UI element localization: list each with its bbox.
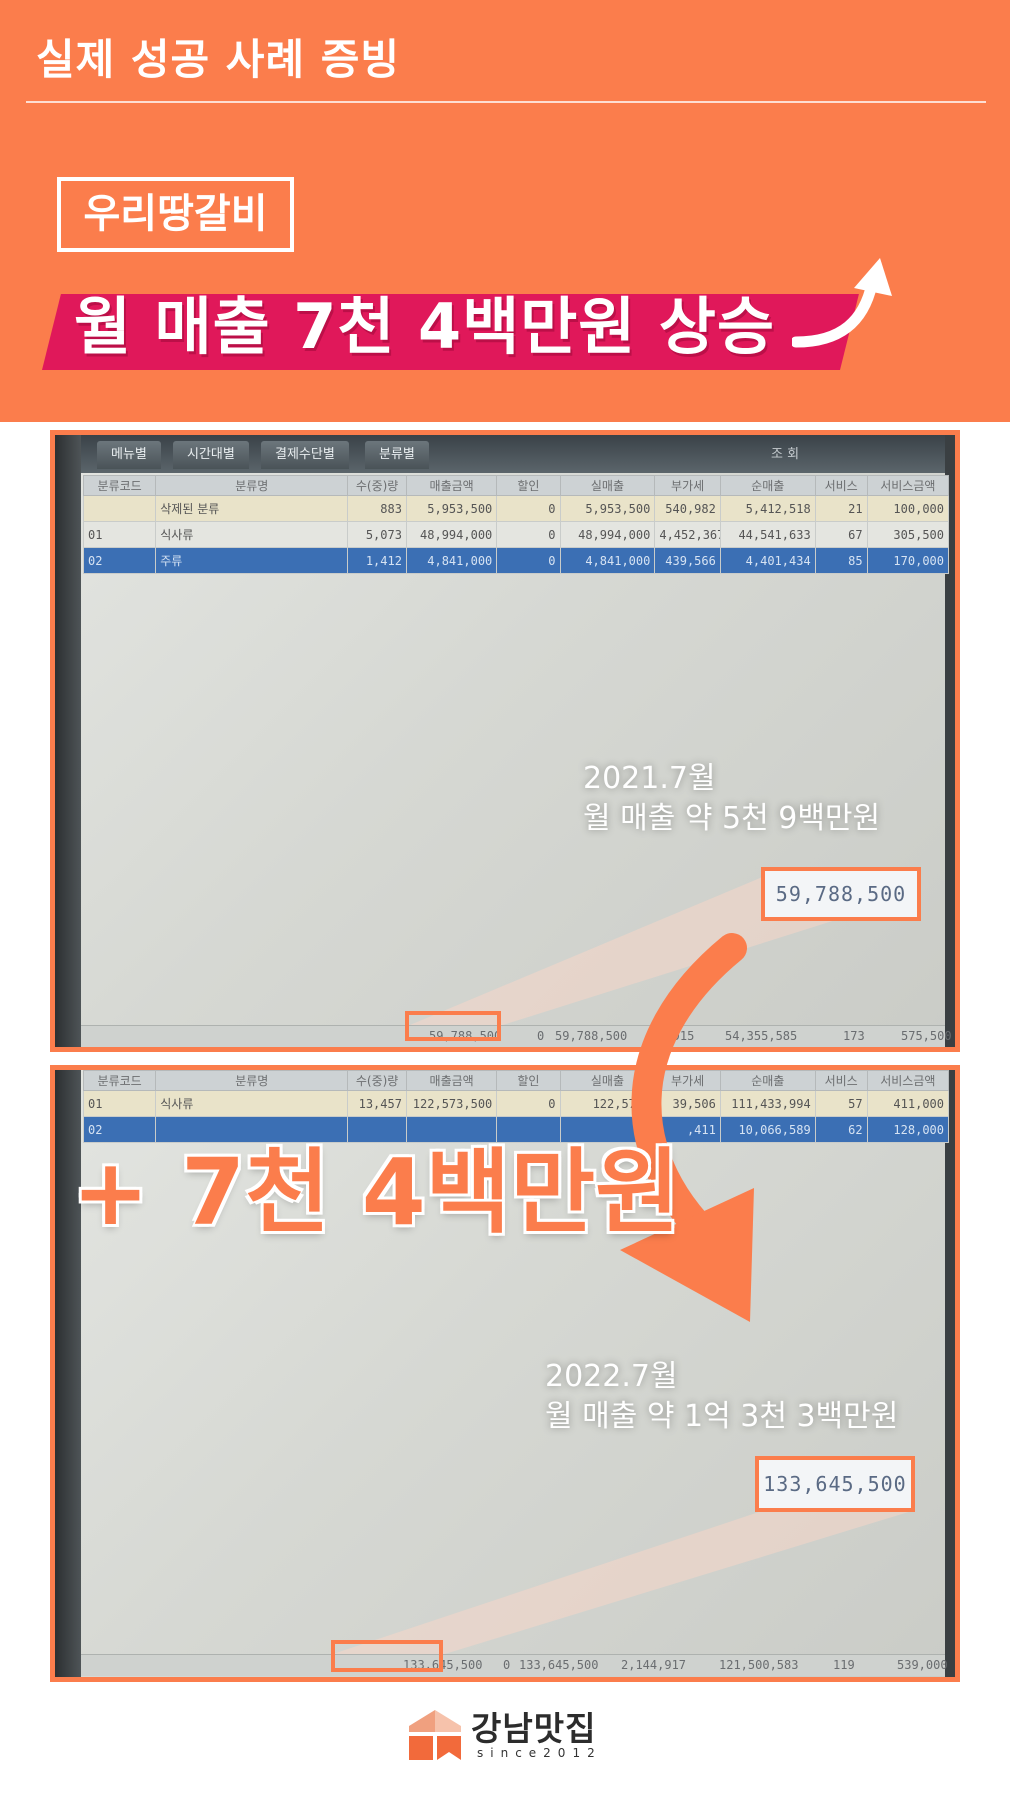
zoom-value: 133,645,500 — [763, 1472, 907, 1496]
caption-2022: 2022.7월 월 매출 약 1억 3천 3백만원 — [545, 1357, 898, 1437]
caption-2021: 2021.7월 월 매출 약 5천 9백만원 — [583, 759, 880, 839]
total-highlight-box — [331, 1640, 443, 1672]
total-highlight-box — [405, 1011, 501, 1041]
store-name-box: 우리땅갈비 — [57, 177, 294, 252]
zoom-beam — [410, 873, 915, 1025]
totals-row: 59,788,500 0 59,788,500 52,915 54,355,58… — [81, 1025, 952, 1047]
gain-label: + 7천 4백만원 — [72, 1139, 680, 1246]
logo-since: since2012 — [477, 1746, 602, 1760]
zoom-callout: 133,645,500 — [755, 1456, 915, 1512]
total-service: 119 — [833, 1658, 855, 1672]
total-service-amount: 575,500 — [901, 1029, 952, 1043]
zoom-value: 59,788,500 — [775, 882, 907, 906]
total-service-amount: 539,000 — [897, 1658, 948, 1672]
total-discount: 0 — [537, 1029, 545, 1043]
caption-text: 월 매출 약 5천 9백만원 — [583, 801, 881, 836]
zoom-callout: 59,788,500 — [761, 867, 921, 921]
total-vat: 2,144,917 — [621, 1658, 687, 1672]
pos-screenshot-2021: 메뉴별 시간대별 결제수단별 분류별 조 회 분류코드 분류명 수(중)량 매출… — [50, 430, 960, 1052]
brand-logo: 강남맛집 since2012 — [405, 1702, 615, 1768]
total-real-sales: 133,645,500 — [519, 1658, 599, 1672]
caption-text: 월 매출 약 1억 3천 3백만원 — [545, 1399, 899, 1434]
headline: 월 매출 7천 4백만원 상승 — [74, 290, 775, 363]
logo-text: 강남맛집 — [471, 1709, 597, 1748]
total-net: 121,500,583 — [719, 1658, 799, 1672]
rising-arrow-icon — [792, 258, 892, 348]
total-discount: 0 — [503, 1658, 511, 1672]
total-service: 173 — [843, 1029, 865, 1043]
totals-row: 133,645,500 0 133,645,500 2,144,917 121,… — [81, 1654, 948, 1676]
page-title: 실제 성공 사례 증빙 — [36, 35, 400, 84]
logo-mark-icon — [409, 1710, 461, 1760]
header-divider — [26, 101, 986, 103]
store-name: 우리땅갈비 — [83, 191, 268, 237]
header-banner: 실제 성공 사례 증빙 우리땅갈비 월 매출 7천 4백만원 상승 — [0, 0, 1010, 422]
caption-date: 2022.7월 — [545, 1359, 678, 1394]
caption-date: 2021.7월 — [583, 761, 716, 796]
